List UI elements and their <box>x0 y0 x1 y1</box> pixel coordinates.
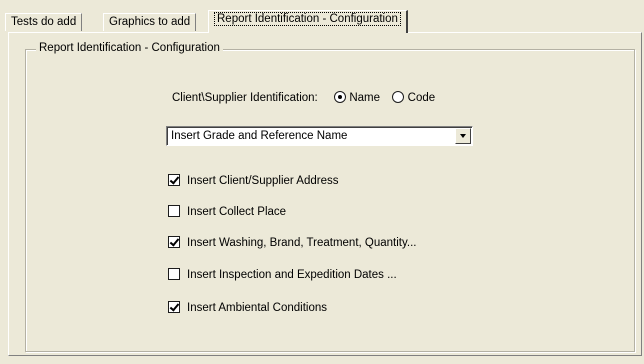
identification-label: Client\Supplier Identification: <box>172 92 318 104</box>
checkbox-icon[interactable] <box>168 205 180 217</box>
checkbox-inspection-dates[interactable]: Insert Inspection and Expedition Dates .… <box>168 268 397 281</box>
checkbox-icon[interactable] <box>168 174 180 186</box>
checkbox-icon[interactable] <box>168 268 180 280</box>
checkbox-icon[interactable] <box>168 301 180 313</box>
checkbox-label: Insert Inspection and Expedition Dates .… <box>187 269 397 281</box>
radio-code[interactable] <box>392 91 405 103</box>
checkbox-client-address[interactable]: Insert Client/Supplier Address <box>168 174 339 187</box>
tab-label: Graphics to add <box>109 16 191 28</box>
checkbox-washing-brand[interactable]: Insert Washing, Brand, Treatment, Quanti… <box>168 236 416 249</box>
identification-row: Client\Supplier Identification: Name Cod… <box>172 91 435 104</box>
tab-report-identification[interactable]: Report Identification - Configuration <box>208 10 408 33</box>
radio-code-label: Code <box>407 92 436 104</box>
checkbox-label: Insert Client/Supplier Address <box>187 175 339 187</box>
checkbox-ambiental-conditions[interactable]: Insert Ambiental Conditions <box>168 301 327 314</box>
tab-strip: Tests do add Graphics to add Report Iden… <box>0 0 644 33</box>
checkbox-label: Insert Washing, Brand, Treatment, Quanti… <box>187 237 417 249</box>
radio-name[interactable] <box>334 91 347 103</box>
checkbox-collect-place[interactable]: Insert Collect Place <box>168 205 286 218</box>
checkbox-label: Insert Collect Place <box>187 206 287 218</box>
dropdown-arrow-button[interactable] <box>455 128 471 144</box>
tab-tests-do-add[interactable]: Tests do add <box>5 13 83 31</box>
checkbox-icon[interactable] <box>168 236 180 248</box>
radio-name-label: Name <box>349 92 381 104</box>
select-value: Insert Grade and Reference Name <box>171 130 348 142</box>
grade-reference-select[interactable]: Insert Grade and Reference Name <box>166 126 473 146</box>
tab-label: Tests do add <box>11 16 77 28</box>
radio-code-option[interactable]: Code <box>392 91 436 104</box>
radio-name-option[interactable]: Name <box>334 91 383 104</box>
checkbox-label: Insert Ambiental Conditions <box>187 302 327 314</box>
tab-graphics-to-add[interactable]: Graphics to add <box>103 13 197 31</box>
group-title: Report Identification - Configuration <box>36 42 223 54</box>
tab-label: Report Identification - Configuration <box>214 12 401 26</box>
